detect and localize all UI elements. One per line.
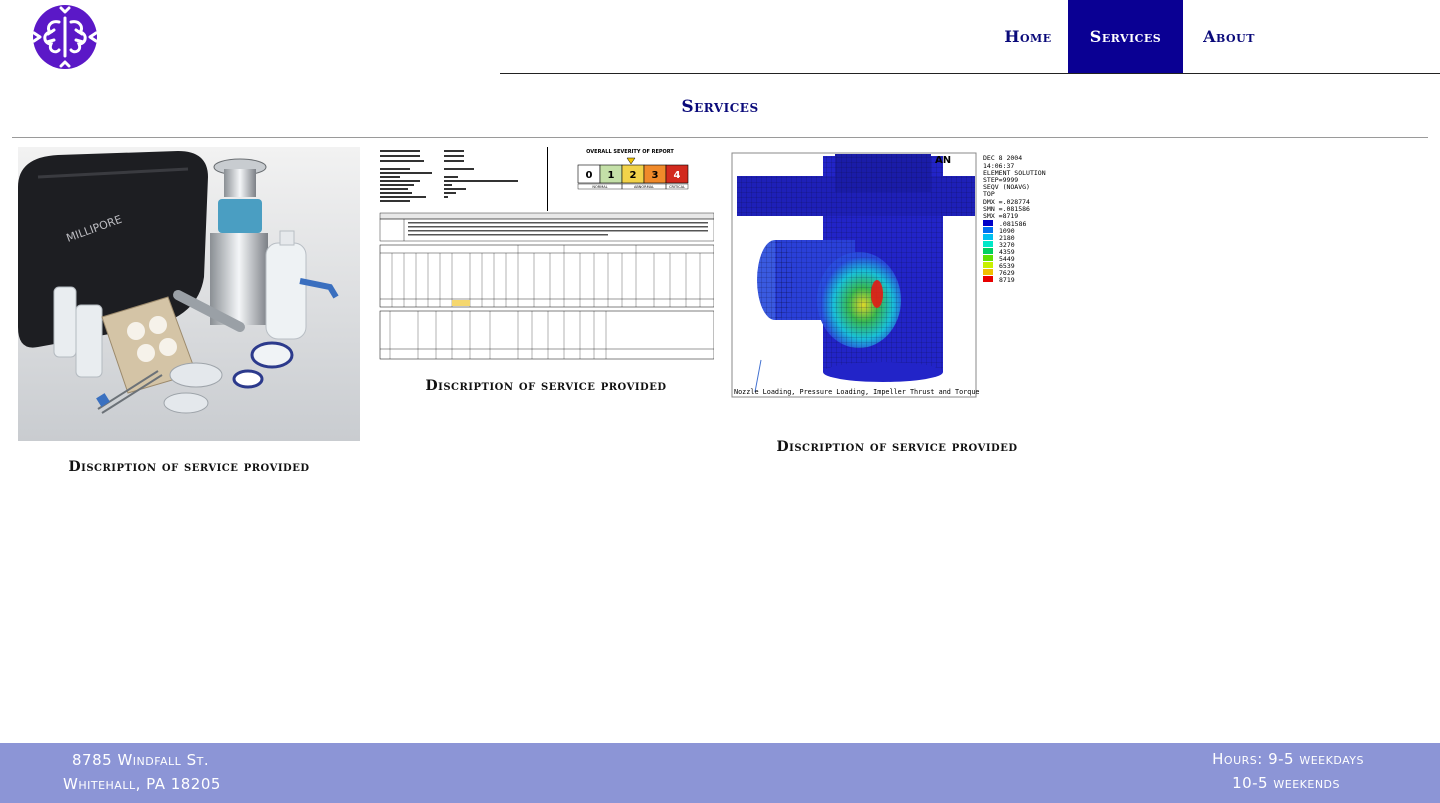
page-title: Services bbox=[681, 97, 759, 117]
service-image-test-kit: MILLIPORE bbox=[18, 147, 360, 441]
nav-home[interactable]: Home bbox=[988, 0, 1068, 73]
service-image-stress-analysis: AN DEC 8 2004 14:06:37 ELEMENT SOLUTION … bbox=[731, 152, 1051, 398]
nav-services[interactable]: Services bbox=[1068, 0, 1183, 73]
nav-about[interactable]: About bbox=[1183, 0, 1275, 73]
severity-level-4: 4 bbox=[674, 170, 681, 181]
severity-level-2: 2 bbox=[630, 170, 637, 181]
fea-line-4: TOP bbox=[983, 190, 995, 198]
service-caption-3: Discription of service provided bbox=[776, 439, 1018, 455]
severity-label-abnormal: ABNORMAL bbox=[634, 185, 654, 189]
fea-caption-text: Nozzle Loading, Pressure Loading, Impell… bbox=[734, 388, 980, 396]
fea-line-7: SMX =8719 bbox=[983, 212, 1018, 220]
footer-hours-line2: 10-5 weekends bbox=[1232, 774, 1340, 792]
fea-brand-text: AN bbox=[935, 155, 951, 166]
site-footer: 8785 Windfall St. Whitehall, PA 18205 Ho… bbox=[0, 743, 1440, 803]
divider bbox=[12, 137, 1428, 138]
service-image-oil-report: OVERALL SEVERITY OF REPORT 0 1 2 3 4 NOR… bbox=[378, 147, 714, 361]
severity-label-normal: NORMAL bbox=[592, 185, 607, 189]
footer-address-line2: Whitehall, PA 18205 bbox=[63, 775, 221, 793]
site-logo[interactable] bbox=[28, 4, 102, 70]
service-caption-1: Discription of service provided bbox=[68, 459, 310, 475]
severity-label-critical: CRITICAL bbox=[669, 185, 685, 189]
service-caption-2: Discription of service provided bbox=[425, 378, 667, 394]
severity-level-3: 3 bbox=[652, 170, 659, 181]
top-nav: Home Services About bbox=[500, 0, 1440, 74]
fea-legend-9: 8719 bbox=[999, 276, 1015, 284]
severity-title-text: OVERALL SEVERITY OF REPORT bbox=[586, 149, 674, 155]
footer-address-line1: 8785 Windfall St. bbox=[72, 751, 210, 769]
fea-date-text: DEC 8 2004 bbox=[983, 154, 1022, 162]
footer-hours-line1: Hours: 9-5 weekdays bbox=[1212, 750, 1364, 768]
severity-level-0: 0 bbox=[586, 170, 593, 181]
severity-level-1: 1 bbox=[608, 170, 615, 181]
